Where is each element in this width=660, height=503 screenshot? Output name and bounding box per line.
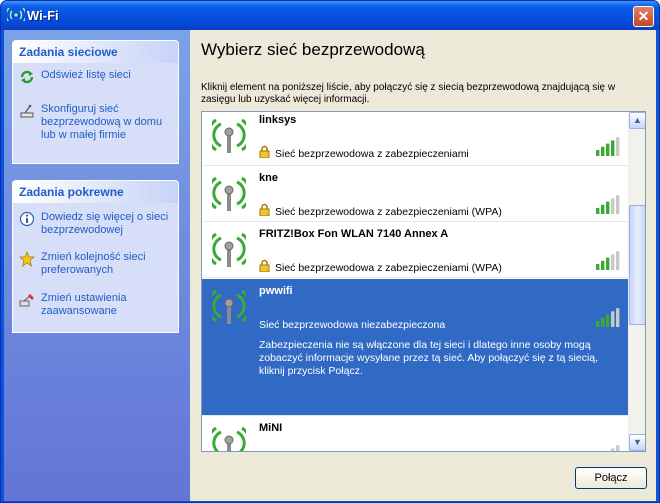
title-bar[interactable]: Wi-Fi ✕ [1, 1, 659, 30]
setup-network-link[interactable]: Skonfiguruj sieć bezprzewodową w domu lu… [13, 103, 178, 147]
setup-network-icon [20, 104, 34, 118]
network-name: kne [259, 172, 278, 184]
wireless-antenna-icon [212, 232, 246, 268]
star-icon [19, 251, 35, 267]
network-name: MiNI [259, 422, 283, 434]
signal-bar [606, 314, 610, 327]
network-item-mini[interactable]: MiNI [202, 416, 629, 451]
scroll-down-button[interactable]: ▼ [629, 434, 645, 451]
signal-strength-icon [596, 251, 620, 270]
window-title: Wi-Fi [27, 8, 59, 23]
network-list[interactable]: linksys Sieć bezprzewodowa z zabezpiecze… [201, 111, 646, 452]
network-security: Sieć bezprzewodowa z zabezpieczeniami (W… [275, 206, 502, 218]
scroll-thumb[interactable] [629, 205, 645, 325]
settings-icon [19, 294, 34, 307]
signal-strength-icon [596, 308, 620, 327]
lock-icon [259, 203, 270, 216]
task-pane: Zadania sieciowe Odśwież listę sieci Sko… [4, 30, 190, 501]
signal-bar [596, 208, 600, 214]
wireless-icon [7, 7, 25, 21]
advanced-settings-link[interactable]: Zmień ustawienia zaawansowane [13, 292, 178, 332]
main-panel: Wybierz sieć bezprzewodową Kliknij eleme… [190, 30, 656, 501]
signal-bar [611, 448, 615, 451]
wireless-antenna-icon [212, 118, 246, 154]
network-item-pwwifi[interactable]: pwwifi Sieć bezprzewodowa niezabezpieczo… [202, 279, 629, 416]
network-name: linksys [259, 114, 297, 126]
refresh-list-link[interactable]: Odśwież listę sieci [13, 69, 178, 103]
wireless-antenna-icon [212, 426, 246, 451]
wireless-antenna-icon [212, 176, 246, 212]
lock-icon [259, 259, 270, 272]
signal-bar [596, 321, 600, 327]
signal-strength-icon [596, 195, 620, 214]
client-area: Zadania sieciowe Odśwież listę sieci Sko… [4, 30, 656, 501]
refresh-list-label: Odśwież listę sieci [41, 69, 131, 81]
advanced-settings-label: Zmień ustawienia zaawansowane [41, 292, 127, 317]
instructions-text: Kliknij element na poniższej liście, aby… [201, 82, 616, 105]
close-button[interactable]: ✕ [633, 6, 654, 27]
signal-strength-icon [611, 445, 620, 451]
signal-bar [616, 195, 620, 214]
signal-bar [616, 445, 620, 451]
signal-bar [611, 140, 615, 156]
page-title: Wybierz sieć bezprzewodową [201, 40, 425, 59]
wifi-window: Wi-Fi ✕ Zadania sieciowe Odśwież listę s… [0, 0, 660, 503]
vertical-scrollbar[interactable]: ▲ ▼ [628, 112, 645, 451]
signal-bar [606, 257, 610, 270]
refresh-icon [20, 70, 34, 84]
signal-bar [596, 150, 600, 156]
network-name: FRITZ!Box Fon WLAN 7140 Annex A [259, 228, 449, 240]
signal-bar [596, 264, 600, 270]
network-item-kne[interactable]: kne Sieć bezprzewodowa z zabezpieczeniam… [202, 166, 629, 222]
info-icon [19, 211, 35, 227]
signal-bar [601, 260, 605, 270]
security-warning: Zabezpieczenia nie są włączone dla tej s… [259, 339, 599, 377]
network-security: Sieć bezprzewodowa niezabezpieczona [259, 319, 446, 331]
signal-bar [616, 251, 620, 270]
wireless-antenna-icon [212, 289, 246, 325]
signal-bar [611, 254, 615, 270]
change-order-label: Zmień kolejność sieci preferowanych [41, 251, 146, 276]
network-tasks-header: Zadania sieciowe [13, 41, 178, 63]
signal-bar [606, 201, 610, 214]
network-security: Sieć bezprzewodowa z zabezpieczeniami (W… [275, 262, 502, 274]
learn-more-link[interactable]: Dowiedz się więcej o sieci bezprzewodowe… [13, 211, 178, 251]
signal-bar [616, 137, 620, 156]
related-tasks-header: Zadania pokrewne [13, 181, 178, 203]
network-tasks-panel: Zadania sieciowe Odśwież listę sieci Sko… [12, 40, 179, 164]
signal-bar [601, 317, 605, 327]
network-item-fritzbox[interactable]: FRITZ!Box Fon WLAN 7140 Annex A Sieć bez… [202, 222, 629, 278]
signal-strength-icon [596, 137, 620, 156]
signal-bar [601, 204, 605, 214]
change-order-link[interactable]: Zmień kolejność sieci preferowanych [13, 251, 178, 292]
scroll-up-button[interactable]: ▲ [629, 112, 645, 129]
network-security: Sieć bezprzewodowa z zabezpieczeniami [275, 148, 469, 160]
signal-bar [616, 308, 620, 327]
network-item-linksys[interactable]: linksys Sieć bezprzewodowa z zabezpiecze… [202, 112, 629, 166]
signal-bar [606, 143, 610, 156]
learn-more-label: Dowiedz się więcej o sieci bezprzewodowe… [41, 211, 169, 236]
lock-icon [259, 145, 270, 158]
signal-bar [601, 146, 605, 156]
related-tasks-panel: Zadania pokrewne Dowiedz się więcej o si… [12, 180, 179, 333]
setup-network-label: Skonfiguruj sieć bezprzewodową w domu lu… [41, 103, 163, 141]
signal-bar [611, 198, 615, 214]
connect-button[interactable]: Połącz [575, 467, 647, 489]
network-name: pwwifi [259, 285, 293, 297]
signal-bar [611, 311, 615, 327]
